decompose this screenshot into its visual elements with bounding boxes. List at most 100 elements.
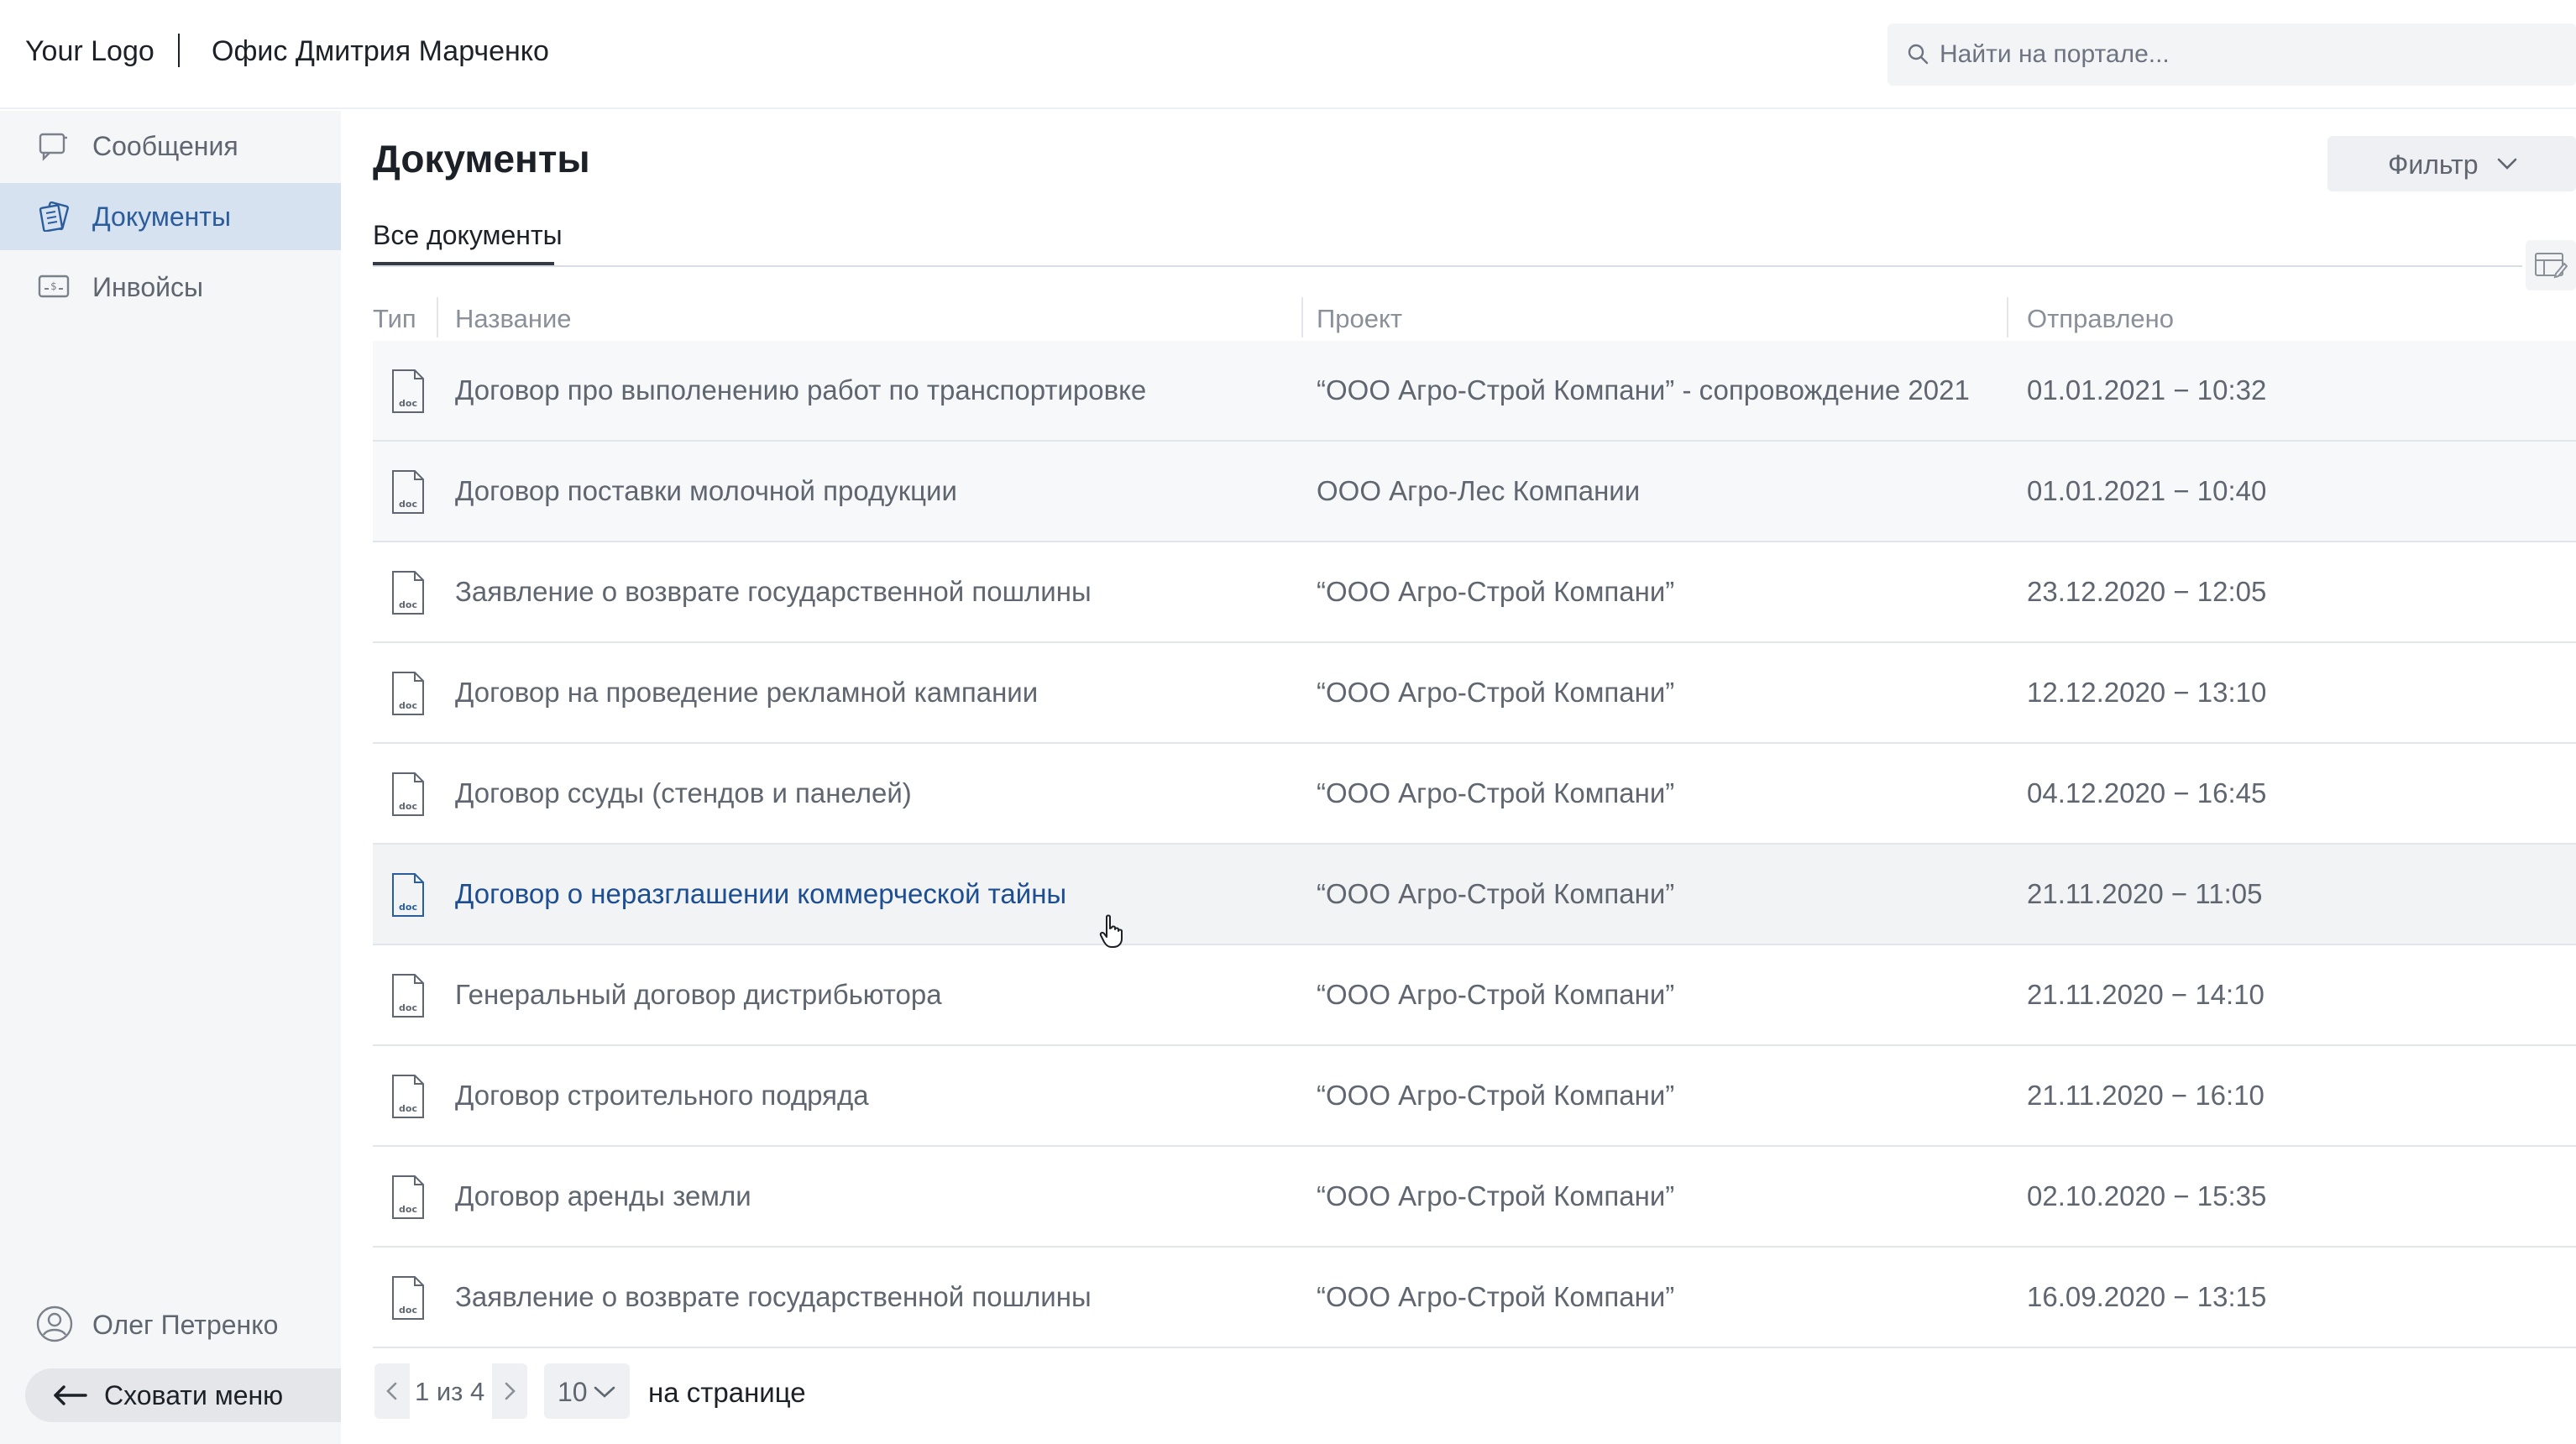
svg-text:doc: doc — [399, 398, 417, 409]
doc-file-icon: doc — [392, 672, 424, 715]
table-settings-button[interactable] — [2526, 240, 2576, 290]
table-row[interactable]: doc Договор про выполенению работ по тран… — [373, 341, 2576, 442]
doc-file-icon: doc — [392, 1276, 424, 1320]
user-profile[interactable]: Олег Петренко — [0, 1295, 341, 1353]
doc-file-icon: doc — [392, 772, 424, 816]
document-name-link[interactable]: Договор аренды земли — [455, 1180, 751, 1212]
svg-text:doc: doc — [399, 1204, 417, 1215]
office-title: Офис Дмитрия Марченко — [212, 35, 549, 67]
table-row[interactable]: doc Договор строительного подряда “ООО Агр… — [373, 1046, 2576, 1147]
logo[interactable]: Your Logo — [25, 35, 154, 68]
sidebar-item-label: Сообщения — [92, 131, 238, 161]
column-separator[interactable] — [2007, 297, 2008, 337]
document-name-link[interactable]: Договор про выполенению работ по транспо… — [455, 374, 1146, 406]
document-project: “ООО Агро-Строй Компани” — [1317, 878, 1675, 909]
search-input[interactable] — [1940, 24, 2561, 86]
column-separator[interactable] — [1301, 297, 1303, 337]
tab-all-documents[interactable]: Все документы — [373, 220, 563, 251]
column-header-sent[interactable]: Отправлено — [2027, 304, 2174, 334]
table-row[interactable]: doc Договор ссуды (стендов и панелей) “ООО… — [373, 744, 2576, 845]
sidebar-item-invoices[interactable]: $ Инвойсы — [0, 254, 341, 321]
document-name-link[interactable]: Договор поставки молочной продукции — [455, 475, 957, 507]
document-project: “ООО Агро-Строй Компани” — [1317, 979, 1675, 1010]
documents-icon — [39, 201, 69, 232]
page-indicator: 1 из 4 — [415, 1377, 485, 1406]
document-name-link[interactable]: Договор на проведение рекламной кампании — [455, 677, 1038, 709]
document-sent-date: 01.01.2021 − 10:40 — [2027, 475, 2267, 506]
chevron-down-icon — [594, 1386, 615, 1398]
document-sent-date: 21.11.2020 − 14:10 — [2027, 979, 2264, 1010]
doc-file-icon: doc — [392, 470, 424, 514]
header-divider — [178, 34, 180, 67]
sidebar-item-documents[interactable]: Документы — [0, 183, 341, 250]
document-name-link[interactable]: Договор ссуды (стендов и панелей) — [455, 777, 912, 809]
svg-text:$: $ — [50, 280, 57, 292]
search-box[interactable] — [1887, 24, 2576, 86]
document-sent-date: 21.11.2020 − 16:10 — [2027, 1080, 2264, 1111]
per-page-label: на странице — [648, 1377, 806, 1408]
doc-file-icon: doc — [392, 1175, 424, 1219]
invoices-icon: $ — [38, 275, 70, 298]
document-name-link[interactable]: Договор о неразглашении коммерческой тай… — [455, 878, 1066, 910]
document-project: “ООО Агро-Строй Компани” — [1317, 576, 1675, 607]
document-sent-date: 04.12.2020 − 16:45 — [2027, 777, 2267, 808]
document-project: “ООО Агро-Строй Компани” — [1317, 1281, 1675, 1312]
tabs-divider — [373, 265, 2522, 267]
doc-file-icon: doc — [392, 369, 424, 413]
table-row[interactable]: doc Генеральный договор дистрибьютора “ООО… — [373, 945, 2576, 1046]
doc-file-icon: doc — [392, 873, 424, 917]
hand-cursor-icon — [1099, 914, 1123, 948]
document-project: ООО Агро-Лес Компании — [1317, 475, 1641, 506]
document-sent-date: 12.12.2020 − 13:10 — [2027, 677, 2267, 708]
sidebar-item-messages[interactable]: Сообщения — [0, 112, 341, 180]
chevron-left-icon — [386, 1382, 397, 1400]
search-icon — [1908, 44, 1929, 65]
table-row[interactable]: doc Заявление о возврате государственной … — [373, 1248, 2576, 1348]
hide-menu-label: Сховати меню — [104, 1380, 284, 1410]
column-header-type: Тип — [373, 304, 416, 333]
prev-page-button[interactable] — [374, 1363, 410, 1419]
sidebar-item-label: Инвойсы — [92, 272, 203, 302]
document-name-link[interactable]: Заявление о возврате государственной пош… — [455, 576, 1092, 608]
svg-text:doc: doc — [399, 1002, 417, 1013]
table-row[interactable]: doc Договор аренды земли “ООО Агро-Строй К… — [373, 1147, 2576, 1248]
table-row[interactable]: doc Договор поставки молочной продукции ОО… — [373, 442, 2576, 542]
per-page-select[interactable]: 10 — [544, 1363, 630, 1419]
document-project: “ООО Агро-Строй Компани” - сопровождение… — [1317, 374, 1970, 405]
svg-text:doc: doc — [399, 700, 417, 711]
arrow-left-icon — [54, 1385, 87, 1405]
document-name-link[interactable]: Заявление о возврате государственной пош… — [455, 1281, 1092, 1313]
svg-text:doc: doc — [399, 1103, 417, 1114]
chevron-down-icon — [2497, 158, 2517, 170]
sidebar-item-label: Документы — [92, 201, 231, 232]
table-row[interactable]: doc Заявление о возврате государственной … — [373, 542, 2576, 643]
svg-text:doc: doc — [399, 902, 417, 913]
sidebar: Сообщения Документы $ Инвойсы Олег Петре… — [0, 111, 341, 1444]
table-row[interactable]: doc Договор о неразглашении коммерческой … — [373, 845, 2576, 945]
document-sent-date: 01.01.2021 − 10:32 — [2027, 374, 2267, 405]
per-page-value: 10 — [558, 1377, 588, 1407]
filter-label: Фильтр — [2388, 149, 2479, 180]
filter-button[interactable]: Фильтр — [2327, 136, 2576, 191]
document-sent-date: 16.09.2020 − 13:15 — [2027, 1281, 2267, 1312]
document-project: “ООО Агро-Строй Компани” — [1317, 677, 1675, 708]
document-project: “ООО Агро-Строй Компани” — [1317, 777, 1675, 808]
user-avatar-icon — [36, 1305, 73, 1342]
column-header-project[interactable]: Проект — [1317, 304, 1402, 334]
document-sent-date: 21.11.2020 − 11:05 — [2027, 878, 2263, 909]
column-separator[interactable] — [437, 297, 438, 337]
svg-text:doc: doc — [399, 499, 417, 510]
chevron-right-icon — [505, 1382, 516, 1400]
messages-icon — [39, 133, 67, 161]
document-name-link[interactable]: Генеральный договор дистрибьютора — [455, 979, 942, 1011]
doc-file-icon: doc — [392, 1075, 424, 1118]
hide-menu-button[interactable]: Сховати меню — [25, 1368, 341, 1422]
svg-text:doc: doc — [399, 1305, 417, 1316]
svg-text:doc: doc — [399, 801, 417, 812]
next-page-button[interactable] — [492, 1363, 527, 1419]
document-name-link[interactable]: Договор строительного подряда — [455, 1080, 869, 1112]
column-header-name[interactable]: Название — [455, 304, 572, 334]
table-row[interactable]: doc Договор на проведение рекламной кампа… — [373, 643, 2576, 744]
document-sent-date: 23.12.2020 − 12:05 — [2027, 576, 2267, 607]
document-sent-date: 02.10.2020 − 15:35 — [2027, 1180, 2267, 1211]
